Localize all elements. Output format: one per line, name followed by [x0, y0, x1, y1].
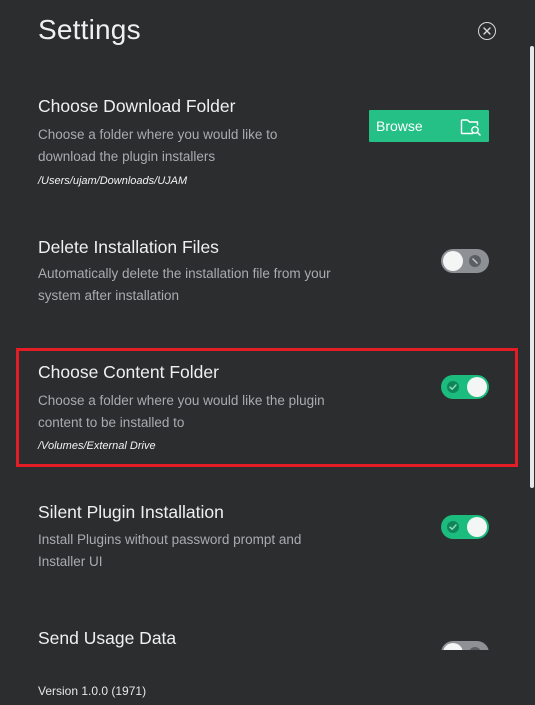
setting-title: Send Usage Data [38, 628, 177, 648]
browse-button-label: Browse [376, 118, 423, 134]
download-folder-path: /Users/ujam/Downloads/UJAM [38, 175, 188, 187]
delete-files-toggle[interactable] [441, 249, 489, 273]
setting-description: Automatically delete the installation fi… [38, 266, 331, 303]
setting-delete-installation-files: Delete Installation Files Automatically … [38, 237, 498, 303]
setting-silent-installation: Silent Plugin Installation Install Plugi… [38, 502, 498, 569]
setting-description: Choose a folder where you would like to … [38, 127, 278, 164]
setting-title: Silent Plugin Installation [38, 502, 224, 522]
scroll-fade [0, 650, 535, 670]
setting-description: Install Plugins without password prompt … [38, 532, 302, 569]
highlight-box [16, 348, 518, 467]
toggle-knob [467, 517, 487, 537]
check-icon [447, 521, 459, 533]
close-icon [483, 27, 491, 35]
silent-install-toggle[interactable] [441, 515, 489, 539]
folder-search-icon [460, 116, 482, 141]
setting-title: Delete Installation Files [38, 237, 219, 257]
setting-usage-data: Send Usage Data [38, 628, 498, 649]
version-label: Version 1.0.0 (1971) [38, 684, 147, 698]
scrollbar[interactable] [530, 46, 534, 488]
page-title: Settings [38, 14, 141, 45]
browse-button[interactable]: Browse [369, 110, 489, 142]
block-icon [469, 255, 481, 267]
close-button[interactable] [478, 22, 496, 40]
toggle-knob [443, 251, 463, 271]
